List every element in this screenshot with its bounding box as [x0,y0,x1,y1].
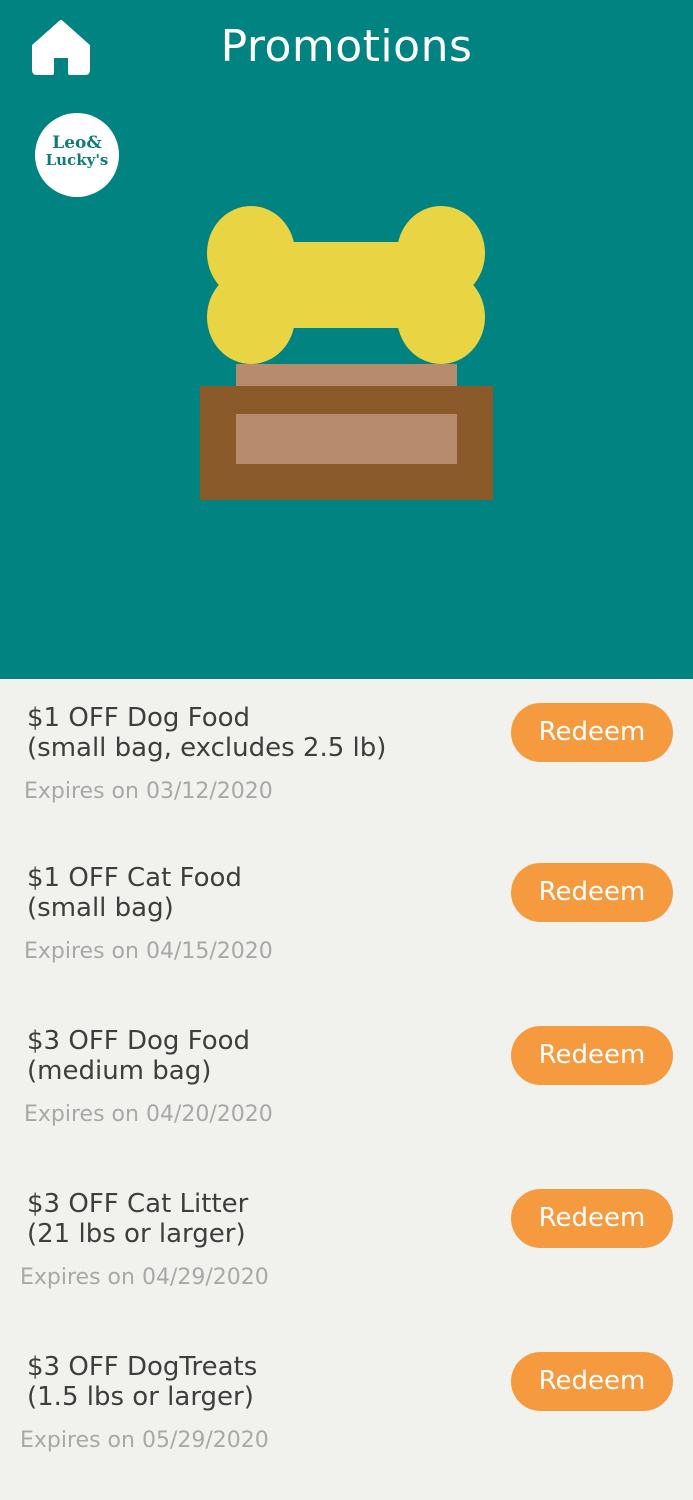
promo-title-line1: $3 OFF DogTreats [27,1352,258,1382]
promo-title-line2: (1.5 lbs or larger) [27,1382,254,1412]
promo-title-line2: (21 lbs or larger) [27,1219,246,1249]
promo-title: $3 OFF Dog Food (medium bag) [27,1026,250,1086]
promo-item: $3 OFF Dog Food (medium bag) Expires on … [0,1002,693,1152]
promo-title: $3 OFF DogTreats (1.5 lbs or larger) [27,1352,257,1412]
promo-expiry: Expires on 04/20/2020 [24,1102,273,1127]
redeem-button[interactable]: Redeem [511,703,673,762]
promo-expiry: Expires on 03/12/2020 [24,779,273,804]
logo-text-line2: Lucky's [45,151,109,169]
page-title: Promotions [220,21,473,72]
promo-title-line2: (small bag) [27,893,174,923]
promo-item: $1 OFF Cat Food (small bag) Expires on 0… [0,839,693,989]
promo-title-line1: $3 OFF Dog Food [27,1026,251,1056]
promo-title-line1: $1 OFF Cat Food [27,863,242,893]
redeem-button[interactable]: Redeem [511,1026,673,1085]
promo-expiry: Expires on 05/29/2020 [20,1428,269,1453]
promo-title: $1 OFF Dog Food (small bag, excludes 2.5… [27,703,386,763]
promo-title: $1 OFF Cat Food (small bag) [27,863,242,923]
promo-title-line2: (medium bag) [27,1056,212,1086]
dog-bone-on-pedestal-icon [200,206,493,500]
promo-expiry: Expires on 04/15/2020 [24,939,273,964]
logo-text-line1: Leo& [52,133,102,153]
promo-title-line1: $1 OFF Dog Food [27,703,251,733]
redeem-button[interactable]: Redeem [511,1189,673,1248]
promo-item: $3 OFF Cat Litter (21 lbs or larger) Exp… [0,1165,693,1315]
promo-title-line1: $3 OFF Cat Litter [27,1189,249,1219]
promo-item: $1 OFF Dog Food (small bag, excludes 2.5… [0,679,693,829]
promo-title: $3 OFF Cat Litter (21 lbs or larger) [27,1189,248,1249]
promo-expiry: Expires on 04/29/2020 [20,1265,269,1290]
brand-logo: Leo& Lucky's [35,113,119,197]
redeem-button[interactable]: Redeem [511,1352,673,1411]
promo-title-line2: (small bag, excludes 2.5 lb) [27,733,387,763]
redeem-button[interactable]: Redeem [511,863,673,922]
promotions-header: Promotions Leo& Lucky's [0,0,693,679]
promo-item: $3 OFF DogTreats (1.5 lbs or larger) Exp… [0,1328,693,1478]
